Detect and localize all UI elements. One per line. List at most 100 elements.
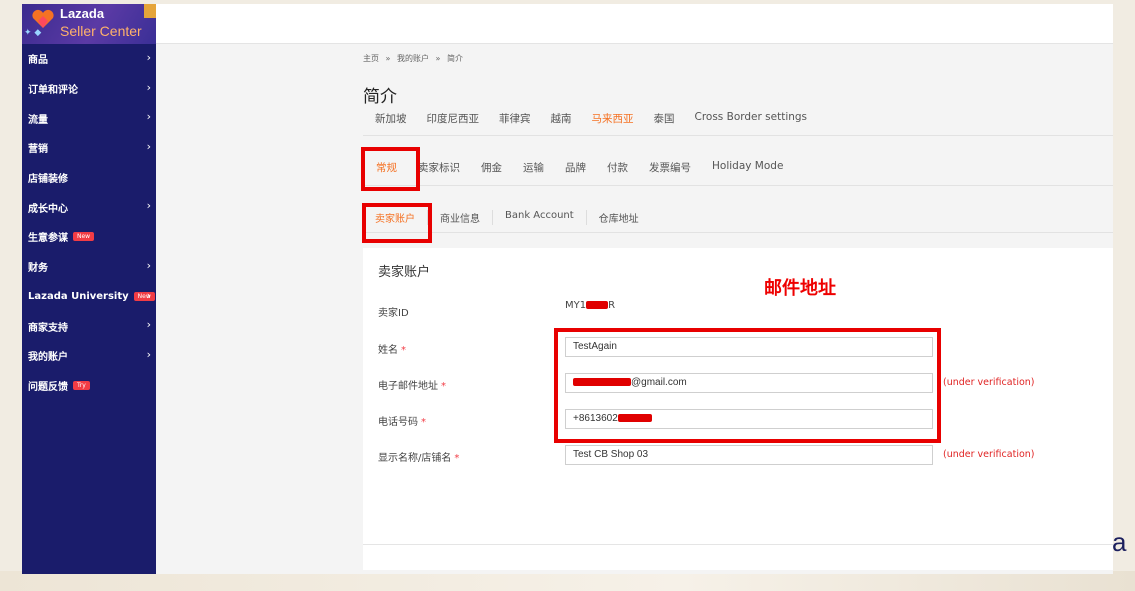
brand-name: Lazada [60, 6, 105, 21]
tab-malaysia[interactable]: 马来西亚 [592, 111, 634, 126]
tab-shipping[interactable]: 运输 [523, 160, 544, 175]
sidebar-item-seller-support[interactable]: 商家支持 › [22, 311, 156, 341]
email-verification-status: (under verification) [943, 377, 1035, 388]
sidebar-item-store-decoration[interactable]: 店铺装修 [22, 163, 156, 193]
display-name-label-text: 显示名称/店铺名 [378, 453, 452, 464]
chevron-right-icon: › [146, 110, 151, 124]
brand-logo[interactable]: Lazada Seller Center ✦ ◆ [22, 4, 156, 44]
tab-holiday-mode[interactable]: Holiday Mode [712, 160, 783, 175]
corner-decoration [144, 4, 156, 18]
tab-vietnam[interactable]: 越南 [551, 111, 572, 126]
tab-philippines[interactable]: 菲律宾 [499, 111, 531, 126]
new-badge: New [73, 232, 95, 242]
sidebar-item-growth-center[interactable]: 成长中心 › [22, 192, 156, 222]
required-mark: * [441, 381, 446, 392]
display-name-field[interactable]: Test CB Shop 03 [565, 445, 933, 465]
tab-cross-border-settings[interactable]: Cross Border settings [695, 111, 808, 126]
tab-seller-label[interactable]: 卖家标识 [418, 160, 460, 175]
chevron-right-icon: › [146, 288, 151, 302]
breadcrumb-my-account[interactable]: 我的账户 [397, 54, 429, 63]
brand-subtitle: Seller Center [60, 23, 142, 39]
tab-business-info[interactable]: 商业信息 [427, 210, 492, 225]
divider [363, 135, 1113, 136]
sidebar-item-label: Lazada University [28, 290, 129, 302]
divider [363, 185, 1113, 186]
required-mark: * [421, 417, 426, 428]
divider [363, 544, 1113, 545]
main-content: 主页 » 我的账户 » 简介 简介 新加坡 印度尼西亚 菲律宾 越南 马来西亚 … [156, 44, 1113, 574]
breadcrumb-separator: » [385, 54, 391, 63]
sidebar-item-marketing[interactable]: 营销 › [22, 133, 156, 163]
seller-id-label: 卖家ID [378, 308, 409, 319]
chevron-right-icon: › [146, 347, 151, 361]
sidebar-item-label: 店铺装修 [28, 174, 68, 186]
sidebar-item-label: 我的账户 [28, 352, 68, 364]
email-label-text: 电子邮件地址 [378, 381, 438, 392]
sidebar-item-label: 财务 [28, 263, 48, 275]
sidebar-item-finance[interactable]: 财务 › [22, 252, 156, 282]
sidebar-item-orders[interactable]: 订单和评论 › [22, 74, 156, 104]
sidebar-item-my-account[interactable]: 我的账户 › [22, 341, 156, 371]
breadcrumb-home[interactable]: 主页 [363, 54, 379, 63]
tab-brand[interactable]: 品牌 [565, 160, 586, 175]
chevron-right-icon: › [146, 199, 151, 213]
name-label: 姓名 * [378, 341, 406, 356]
card-title: 卖家账户 [378, 265, 431, 280]
chevron-right-icon: › [146, 80, 151, 94]
sidebar-item-label: 商家支持 [28, 322, 68, 334]
tab-invoice-number[interactable]: 发票编号 [649, 160, 691, 175]
sidebar-item-label: 营销 [28, 144, 48, 156]
phone-label: 电话号码 * [378, 413, 426, 428]
tab-bank-account[interactable]: Bank Account [492, 210, 586, 225]
divider [363, 232, 1113, 233]
sidebar-item-products[interactable]: 商品 › [22, 44, 156, 74]
chevron-right-icon: › [146, 258, 151, 272]
breadcrumb-current: 简介 [447, 54, 463, 63]
seller-id-value: MY1 R [565, 300, 615, 311]
decoration-icon: ✦ ◆ [24, 28, 42, 38]
display-name-label: 显示名称/店铺名 * [378, 449, 459, 464]
tab-indonesia[interactable]: 印度尼西亚 [427, 111, 480, 126]
app-window: Lazada Seller Center ✦ ◆ 商品 › 订单和评论 › 流量… [22, 4, 1113, 574]
chevron-right-icon: › [146, 51, 151, 64]
redaction-mark [586, 301, 609, 309]
required-mark: * [401, 345, 406, 356]
display-name-verification-status: (under verification) [943, 449, 1035, 460]
sidebar-item-business-advisor[interactable]: 生意参谋 New [22, 222, 156, 252]
sidebar-item-label: 成长中心 [28, 203, 68, 215]
annotation-label: 邮件地址 [764, 278, 836, 299]
sidebar-item-feedback[interactable]: 问题反馈 Try [22, 371, 156, 401]
phone-label-text: 电话号码 [378, 417, 418, 428]
tab-commission[interactable]: 佣金 [481, 160, 502, 175]
sidebar-item-traffic[interactable]: 流量 › [22, 103, 156, 133]
breadcrumb: 主页 » 我的账户 » 简介 [363, 53, 467, 64]
main-tabs: 常规 卖家标识 佣金 运输 品牌 付款 发票编号 Holiday Mode [376, 160, 804, 175]
new-badge: New [133, 291, 155, 301]
email-label: 电子邮件地址 * [378, 377, 446, 392]
sidebar-item-label: 商品 [28, 55, 48, 67]
highlight-seller-account-tab [362, 203, 432, 243]
tab-singapore[interactable]: 新加坡 [375, 111, 407, 126]
seller-id-prefix: MY1 [565, 300, 587, 311]
country-tabs: 新加坡 印度尼西亚 菲律宾 越南 马来西亚 泰国 Cross Border se… [375, 111, 827, 126]
corner-letter: a [1112, 527, 1127, 557]
try-badge: Try [73, 380, 90, 390]
highlight-contact-fields [554, 328, 941, 443]
sidebar-item-label: 订单和评论 [28, 85, 78, 97]
tab-payment[interactable]: 付款 [607, 160, 628, 175]
highlight-general-tab [361, 147, 420, 191]
breadcrumb-separator: » [435, 54, 441, 63]
lazada-heart-icon [32, 9, 54, 28]
sidebar-menu: 商品 › 订单和评论 › 流量 › 营销 › 店铺装修 成长中心 › 生意参谋 … [22, 44, 156, 400]
tab-thailand[interactable]: 泰国 [654, 111, 675, 126]
background-stripe [0, 571, 1135, 591]
sidebar-item-label: 问题反馈 [28, 381, 68, 393]
chevron-right-icon: › [146, 140, 151, 154]
chevron-right-icon: › [146, 318, 151, 332]
tab-warehouse-address[interactable]: 仓库地址 [585, 210, 651, 225]
required-mark: * [454, 453, 460, 464]
sidebar: Lazada Seller Center ✦ ◆ 商品 › 订单和评论 › 流量… [22, 4, 156, 574]
page-title: 简介 [363, 87, 397, 107]
name-label-text: 姓名 [378, 345, 398, 356]
sidebar-item-lazada-university[interactable]: Lazada University New › [22, 282, 156, 312]
